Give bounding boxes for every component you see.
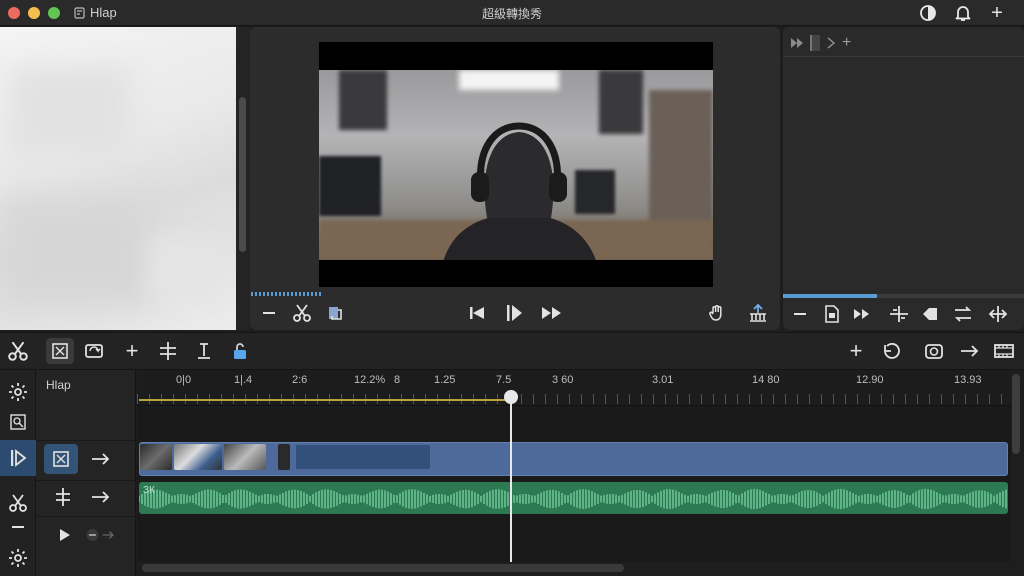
appearance-icon[interactable]: [917, 2, 939, 24]
split-icon[interactable]: [46, 482, 80, 512]
scissors-icon[interactable]: [0, 488, 36, 518]
minus-icon[interactable]: [0, 518, 36, 536]
minus-icon[interactable]: [787, 302, 813, 326]
inspect-icon[interactable]: [0, 408, 36, 436]
fast-forward-icon[interactable]: [540, 301, 564, 325]
zoom-window-button[interactable]: [48, 7, 60, 19]
ruler-label: 7.5: [496, 374, 512, 386]
video-scene: [319, 70, 713, 260]
ruler-label: 3 60: [552, 374, 574, 386]
range-selection-bar: [139, 399, 511, 401]
inspector-header: +: [790, 34, 851, 52]
panel-divider[interactable]: [236, 27, 250, 330]
audio-clip[interactable]: [139, 482, 1008, 514]
app-name-label: Hlap: [90, 5, 117, 20]
split-icon[interactable]: [154, 338, 182, 364]
ruler-label: 8: [394, 374, 401, 386]
preview-shape: [150, 237, 220, 297]
play-icon[interactable]: [48, 520, 82, 550]
notifications-icon[interactable]: [952, 2, 974, 24]
ruler-label: 3.01: [652, 374, 674, 386]
inspector-separator: [783, 56, 1024, 57]
minimize-window-button[interactable]: [28, 7, 40, 19]
arrow-right-icon[interactable]: [84, 482, 118, 512]
hand-icon[interactable]: [705, 301, 729, 325]
app-name: Hlap: [74, 5, 117, 20]
preview-shape: [0, 197, 150, 307]
sub-clip[interactable]: [296, 445, 430, 469]
ruler-label: 0|0: [176, 374, 192, 386]
ceiling-light: [459, 70, 559, 90]
clip-icon[interactable]: [323, 301, 347, 325]
previous-icon[interactable]: [465, 301, 489, 325]
video-clip[interactable]: [139, 442, 1008, 476]
clip-thumbnail: [174, 444, 222, 470]
minus-icon[interactable]: [257, 301, 281, 325]
ruler-label: 1|.4: [234, 374, 253, 386]
undo-icon[interactable]: [878, 338, 906, 364]
snapshot-icon[interactable]: [920, 338, 948, 364]
ruler-label: 12.90: [856, 374, 884, 386]
film-icon[interactable]: [990, 338, 1018, 364]
inspector-progress-bar: [783, 294, 1024, 298]
gear-icon[interactable]: [0, 540, 36, 576]
inspector-marker[interactable]: [810, 35, 820, 51]
viewer-scrubber[interactable]: [251, 292, 321, 296]
swap-icon[interactable]: [950, 302, 976, 326]
loop-icon[interactable]: [80, 338, 108, 364]
crop-icon[interactable]: [46, 338, 74, 364]
hooded-person: [443, 122, 596, 260]
clip-thumbnail: [278, 444, 290, 470]
inspector-panel: [783, 27, 1024, 330]
acoustic-panel: [339, 70, 387, 130]
add-icon[interactable]: +: [842, 338, 870, 364]
playhead-line[interactable]: [510, 400, 512, 562]
forward-arrow-icon[interactable]: [956, 338, 984, 364]
ruler-label: 13.93: [954, 374, 982, 386]
lock-icon[interactable]: [226, 338, 254, 364]
document-icon[interactable]: [819, 302, 845, 326]
scissors-icon[interactable]: [4, 338, 32, 364]
clip-thumbnail: [224, 444, 266, 470]
divider-handle[interactable]: [239, 97, 246, 252]
tag-icon[interactable]: [917, 302, 943, 326]
playhead-handle[interactable]: [504, 390, 518, 404]
media-browser-preview[interactable]: [0, 27, 236, 330]
audio-clip-label: ЗК: [143, 485, 155, 496]
forward-icon[interactable]: [849, 302, 875, 326]
export-icon[interactable]: [746, 301, 770, 325]
monitor: [319, 156, 381, 216]
inspector-progress-fill: [783, 294, 877, 298]
close-window-button[interactable]: [8, 7, 20, 19]
forward-icon[interactable]: [790, 37, 804, 49]
ruler-label: 14 80: [752, 374, 780, 386]
audio-waveform: [139, 488, 1007, 510]
app-icon: [74, 6, 85, 19]
voiceover-icon[interactable]: [84, 520, 118, 550]
ruler-label: 2:6: [292, 374, 308, 386]
chevron-right-icon[interactable]: [826, 37, 836, 49]
add-icon[interactable]: +: [986, 2, 1008, 24]
arrow-right-icon[interactable]: [84, 444, 118, 474]
title-bar: [0, 0, 1024, 26]
add-icon[interactable]: +: [842, 34, 851, 52]
preview-shape: [10, 67, 130, 157]
video-frame[interactable]: [319, 42, 713, 287]
ruler-label: 12.2%: [354, 374, 386, 386]
add-icon[interactable]: +: [118, 338, 146, 364]
clip-thumbnail: [140, 444, 172, 470]
marker-icon[interactable]: [190, 338, 218, 364]
align-icon[interactable]: [886, 302, 912, 326]
gear-icon[interactable]: [0, 374, 36, 410]
scissors-icon[interactable]: [290, 301, 314, 325]
vertical-scrollbar[interactable]: [1012, 374, 1020, 454]
track-title: Hlap: [46, 378, 71, 392]
play-icon[interactable]: [502, 301, 526, 325]
split-icon[interactable]: [985, 302, 1011, 326]
crop-icon[interactable]: [44, 444, 78, 474]
ruler-label: 1.25: [434, 374, 456, 386]
horizontal-scrollbar[interactable]: [142, 564, 624, 572]
play-track-icon[interactable]: [0, 440, 36, 476]
